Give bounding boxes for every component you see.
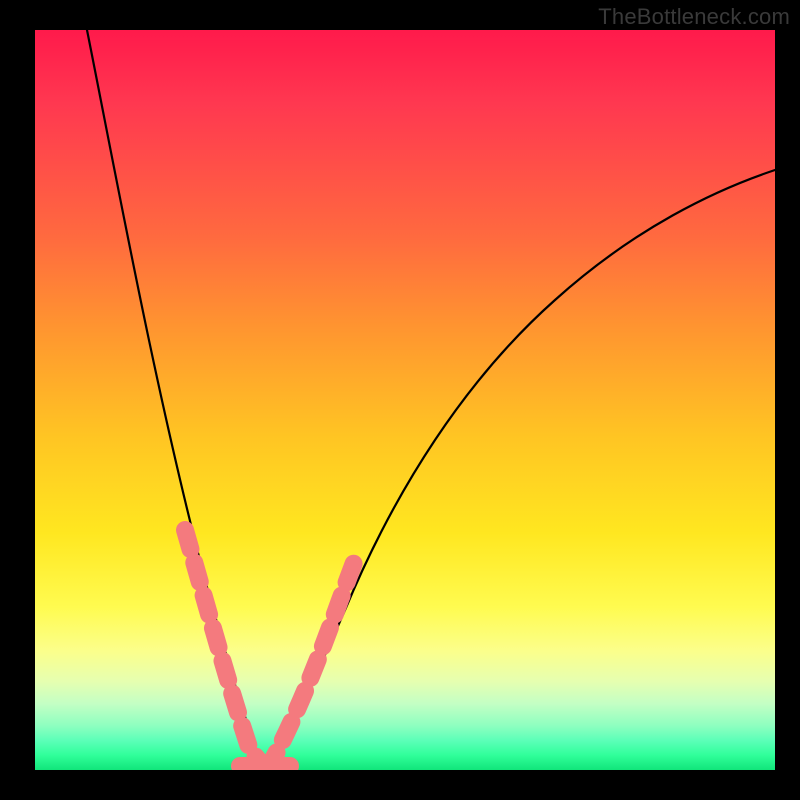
curves-svg <box>35 30 775 770</box>
left-marker-band <box>185 530 267 770</box>
right-marker-band <box>267 560 355 770</box>
chart-frame: TheBottleneck.com <box>0 0 800 800</box>
watermark-label: TheBottleneck.com <box>598 4 790 30</box>
left-black-curve <box>87 30 267 770</box>
right-black-curve <box>267 170 775 770</box>
plot-area <box>35 30 775 770</box>
